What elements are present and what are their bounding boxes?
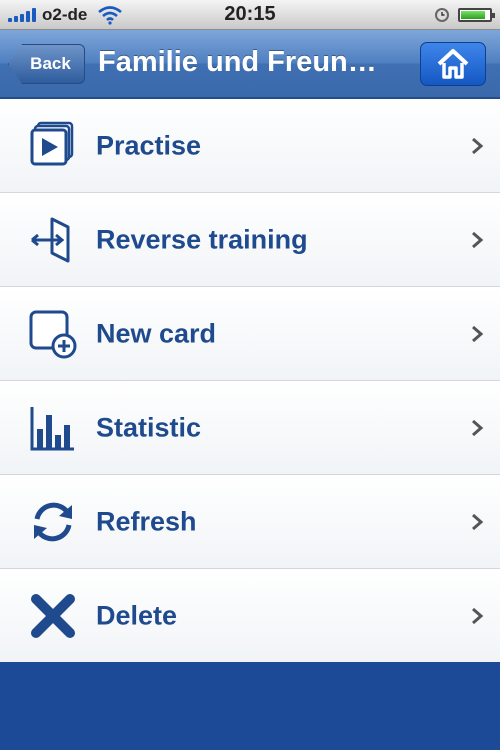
menu-item-delete[interactable]: Delete bbox=[0, 569, 500, 663]
chevron-right-icon bbox=[472, 137, 484, 154]
practise-icon bbox=[30, 121, 74, 165]
chevron-right-icon bbox=[472, 419, 484, 436]
menu-item-label: Refresh bbox=[96, 506, 197, 536]
back-button[interactable]: Back bbox=[8, 44, 85, 84]
new-card-icon bbox=[29, 310, 77, 358]
chevron-right-icon bbox=[472, 325, 484, 342]
page-title: Familie und Freun… bbox=[98, 46, 377, 78]
chevron-right-icon bbox=[472, 231, 484, 248]
delete-icon bbox=[31, 593, 75, 638]
navigation-bar: Back Familie und Freun… bbox=[0, 30, 500, 98]
home-icon bbox=[437, 49, 469, 79]
menu-list: Practise Reverse training New card Stati… bbox=[0, 99, 500, 663]
refresh-icon bbox=[34, 502, 72, 541]
menu-item-label: New card bbox=[96, 318, 217, 348]
menu-item-reverse-training[interactable]: Reverse training bbox=[0, 193, 500, 287]
menu-item-label: Reverse training bbox=[96, 224, 308, 254]
chevron-right-icon bbox=[472, 513, 484, 530]
menu-item-refresh[interactable]: Refresh bbox=[0, 475, 500, 569]
menu-item-practise[interactable]: Practise bbox=[0, 99, 500, 193]
menu-item-label: Practise bbox=[96, 130, 202, 160]
menu-item-statistic[interactable]: Statistic bbox=[0, 381, 500, 475]
clock: 20:15 bbox=[224, 3, 276, 25]
menu-item-new-card[interactable]: New card bbox=[0, 287, 500, 381]
chevron-right-icon bbox=[472, 607, 484, 624]
battery-icon bbox=[458, 8, 495, 22]
home-button[interactable] bbox=[420, 42, 486, 86]
status-bar: o2-de 20:15 bbox=[0, 0, 500, 30]
reverse-training-icon bbox=[31, 217, 70, 262]
statistic-icon bbox=[30, 406, 74, 450]
footer-bar bbox=[0, 662, 500, 750]
menu-item-label: Delete bbox=[96, 600, 178, 630]
menu-item-label: Statistic bbox=[96, 412, 202, 442]
alarm-icon bbox=[435, 8, 449, 22]
